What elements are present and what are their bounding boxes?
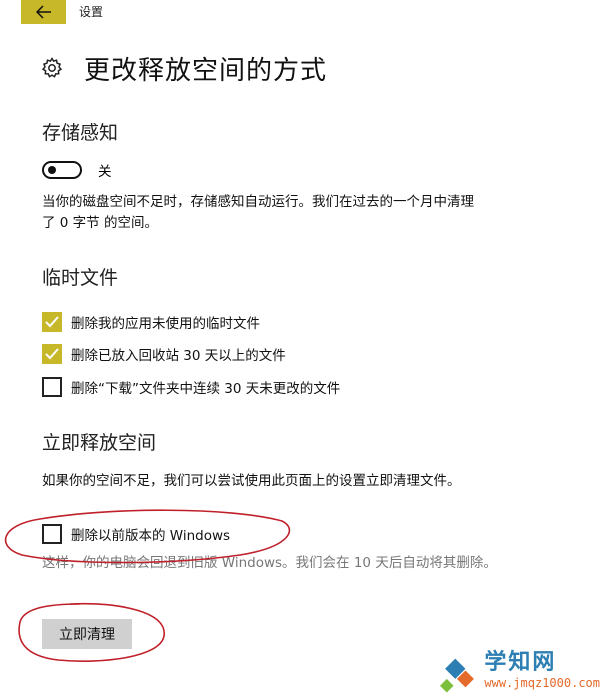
checkbox-label: 删除以前版本的 Windows [71, 528, 231, 544]
storage-sense-heading: 存储感知 [42, 122, 119, 144]
back-button[interactable] [21, 0, 66, 24]
title-bar: 设置 [0, 0, 600, 24]
watermark-logo: 学知网 www.jmqz1000.com [440, 650, 600, 700]
gear-icon [41, 57, 63, 78]
app-title: 设置 [79, 5, 104, 19]
logo-name: 学知网 [484, 650, 557, 675]
checkbox[interactable] [42, 524, 62, 544]
storage-sense-description: 当你的磁盘空间不足时，存储感知自动运行。我们在过去的一个月中清理了 0 字节 的… [42, 194, 474, 231]
option-delete-downloads[interactable]: 删除“下载”文件夹中连续 30 天未更改的文件 [42, 377, 340, 397]
page-title: 更改释放空间的方式 [84, 55, 328, 86]
temp-files-heading: 临时文件 [42, 267, 119, 289]
free-up-description: 如果你的空间不足，我们可以尝试使用此页面上的设置立即清理文件。 [42, 473, 461, 489]
arrow-left-icon [35, 5, 51, 19]
checkbox[interactable] [42, 312, 62, 332]
clean-now-button[interactable]: 立即清理 [42, 619, 132, 649]
option-delete-unused-temp[interactable]: 删除我的应用未使用的临时文件 [42, 312, 260, 332]
logo-url: www.jmqz1000.com [484, 676, 600, 690]
logo-mark-icon [440, 658, 474, 693]
checkmark-icon [45, 348, 59, 360]
page-header: 更改释放空间的方式 [40, 52, 328, 86]
checkbox[interactable] [42, 377, 62, 397]
checkbox-label: 删除“下载”文件夹中连续 30 天未更改的文件 [71, 381, 341, 397]
logo-text: 学知网 www.jmqz1000.com [484, 650, 600, 690]
previous-windows-note: 这样，你的电脑会回退到旧版 Windows。我们会在 10 天后自动将其删除。 [42, 555, 497, 571]
checkbox[interactable] [42, 344, 62, 364]
toggle-knob [48, 166, 56, 174]
storage-sense-toggle-row: 关 [42, 160, 112, 180]
storage-sense-toggle[interactable] [42, 161, 82, 179]
option-delete-previous-windows[interactable]: 删除以前版本的 Windows [42, 524, 230, 544]
checkmark-icon [45, 316, 59, 328]
checkbox-label: 删除我的应用未使用的临时文件 [71, 316, 260, 332]
checkbox-label: 删除已放入回收站 30 天以上的文件 [71, 348, 286, 364]
option-delete-recycle-bin[interactable]: 删除已放入回收站 30 天以上的文件 [42, 344, 286, 364]
toggle-state-label: 关 [98, 164, 112, 180]
free-up-heading: 立即释放空间 [42, 432, 157, 454]
